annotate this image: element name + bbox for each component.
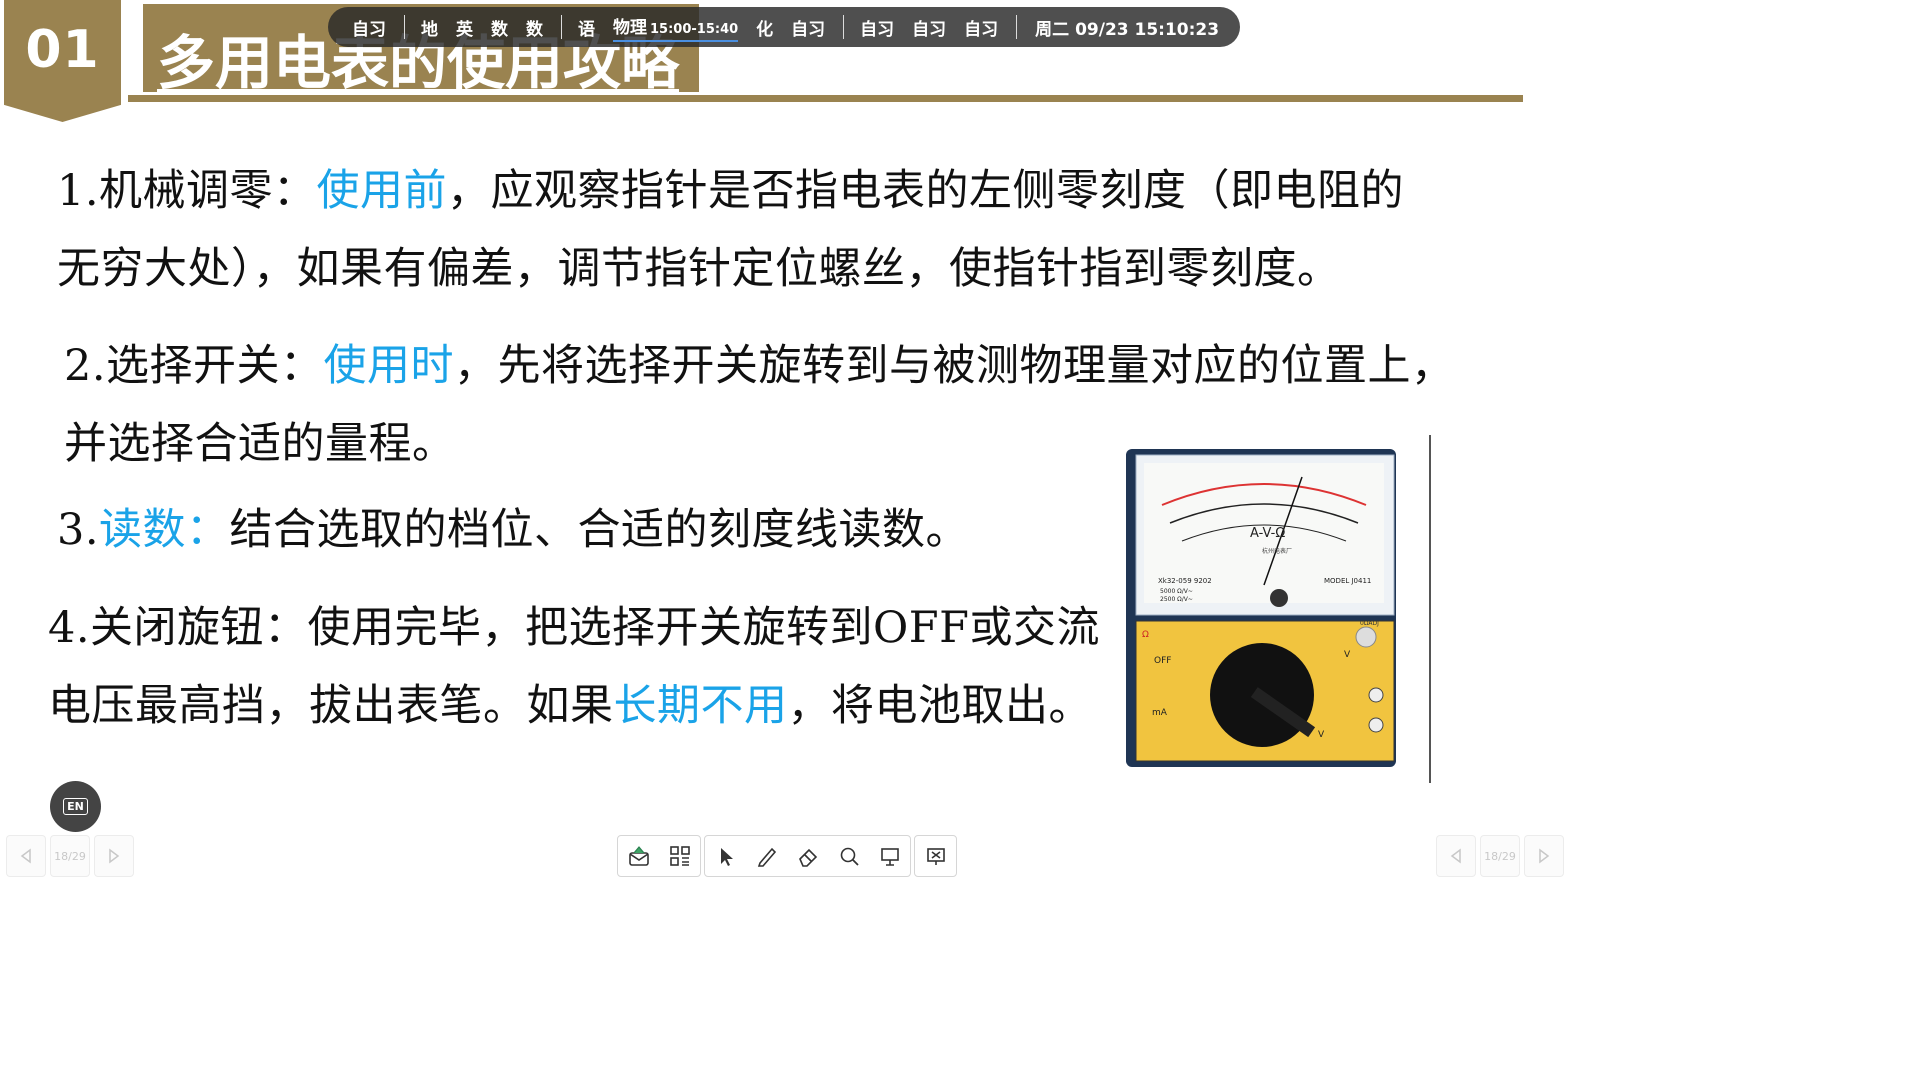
schedule-item: 语 (578, 19, 595, 40)
schedule-item: 自习 (352, 19, 386, 40)
step-3-text: 结合选取的档位、合适的刻度线读数。 (229, 505, 970, 555)
schedule-separator (561, 15, 562, 39)
meter-maker: 杭州电表厂 (1262, 547, 1292, 555)
schedule-item: 自习 (912, 19, 947, 40)
meter-model: MODEL J0411 (1324, 577, 1371, 585)
schedule-item: 自习 (964, 19, 999, 40)
step-1-prefix: 1.机械调零： (57, 166, 317, 216)
section-number-badge: 01 (4, 0, 121, 122)
current-class-time: 15:00-15:40 (650, 21, 739, 37)
current-class-label: 物理 (613, 17, 647, 38)
search-icon (840, 847, 859, 866)
chevron-right-icon (109, 848, 120, 864)
step-4-paragraph: 4.关闭旋钮：使用完毕，把选择开关旋转到OFF或交流电压最高挡，拔出表笔。如果长… (48, 589, 1118, 745)
meter-off-label: OFF (1154, 656, 1171, 666)
image-edge-line (1429, 435, 1431, 783)
next-page-button[interactable] (1524, 835, 1564, 877)
meter-sens1: 5000 Ω/V~ (1160, 588, 1193, 595)
schedule-item: 化 (756, 19, 774, 40)
chevron-right-icon (1539, 848, 1550, 864)
toolbar-group-tools (617, 835, 701, 877)
page-indicator[interactable]: 18/29 (50, 835, 90, 877)
language-switch-button[interactable]: EN (50, 781, 101, 832)
meter-ohm-label: Ω (1142, 630, 1149, 640)
chevron-left-icon (20, 848, 31, 864)
meter-dial-label: A-V-Ω (1250, 526, 1285, 541)
meter-v-label-lower: V (1318, 730, 1325, 740)
toolbox-icon (628, 846, 649, 866)
schedule-separator (843, 15, 845, 39)
pointer-button[interactable] (705, 836, 746, 876)
step-2-highlight: 使用时 (323, 341, 455, 391)
meter-adj-knob (1355, 626, 1377, 648)
schedule-separator (404, 15, 405, 39)
meter-ma-label: mA (1152, 708, 1168, 718)
meter-jack-positive (1368, 687, 1384, 703)
meter-v-label: V (1344, 650, 1351, 660)
meter-adj-label: 0ΩADJ (1360, 620, 1379, 627)
eraser-icon (798, 848, 817, 867)
toolbox-button[interactable] (618, 836, 659, 876)
meter-serial: Xk32-059 9202 (1158, 577, 1212, 585)
toolbar-group-exit (914, 835, 957, 877)
grid-view-button[interactable] (659, 836, 700, 876)
pen-button[interactable] (746, 836, 787, 876)
schedule-item: 英 (456, 19, 473, 40)
pager-right: 18/29 (1436, 835, 1564, 877)
multimeter-image: A-V-Ω 杭州电表厂 Xk32-059 9202 5000 Ω/V~ 2500… (1126, 449, 1396, 767)
end-show-button[interactable] (915, 836, 956, 876)
pointer-icon (720, 848, 733, 866)
class-schedule-bar[interactable]: 自习 地 英 数 数 语 物理 15:00-15:40 化 自习 自习 自习 自… (328, 7, 1240, 47)
section-number: 01 (25, 20, 100, 80)
title-divider (128, 95, 1523, 102)
schedule-item: 自习 (791, 19, 826, 40)
step-1-paragraph: 1.机械调零：使用前，应观察指针是否指电表的左侧零刻度（即电阻的无穷大处），如果… (57, 152, 1447, 308)
presentation-toolbar (617, 835, 957, 877)
language-label: EN (63, 798, 88, 815)
schedule-separator (1016, 15, 1018, 39)
schedule-item: 自习 (860, 19, 895, 40)
eraser-button[interactable] (787, 836, 828, 876)
whiteboard-icon (880, 848, 899, 866)
schedule-datetime: 周二 09/23 15:10:23 (1035, 19, 1220, 40)
meter-sens2: 2500 Ω/V~ (1160, 596, 1193, 603)
schedule-item: 数 (526, 19, 543, 40)
step-1-highlight: 使用前 (316, 166, 448, 216)
chevron-left-icon (1450, 848, 1461, 864)
toolbar-group-draw (704, 835, 911, 877)
pager-left: 18/29 (6, 835, 134, 877)
end-show-icon (926, 848, 945, 865)
step-3-highlight: 读数： (99, 505, 230, 555)
schedule-item: 地 (421, 19, 438, 40)
prev-page-button[interactable] (1436, 835, 1476, 877)
step-4-text: ，将电池取出。 (787, 681, 1092, 731)
page-indicator[interactable]: 18/29 (1480, 835, 1520, 877)
schedule-current-class: 物理 15:00-15:40 (613, 13, 739, 42)
step-3-prefix: 3. (57, 505, 100, 555)
whiteboard-button[interactable] (869, 836, 910, 876)
magnifier-button[interactable] (828, 836, 869, 876)
meter-zero-screw (1270, 589, 1288, 607)
grid-icon (669, 846, 690, 866)
meter-jack-negative (1368, 717, 1384, 733)
step-3-paragraph: 3.读数：结合选取的档位、合适的刻度线读数。 (57, 491, 1107, 569)
pen-icon (757, 847, 776, 867)
next-page-button[interactable] (94, 835, 134, 877)
step-4-highlight: 长期不用 (613, 681, 788, 731)
step-2-prefix: 2.选择开关： (64, 341, 324, 391)
prev-page-button[interactable] (6, 835, 46, 877)
schedule-item: 数 (491, 19, 508, 40)
